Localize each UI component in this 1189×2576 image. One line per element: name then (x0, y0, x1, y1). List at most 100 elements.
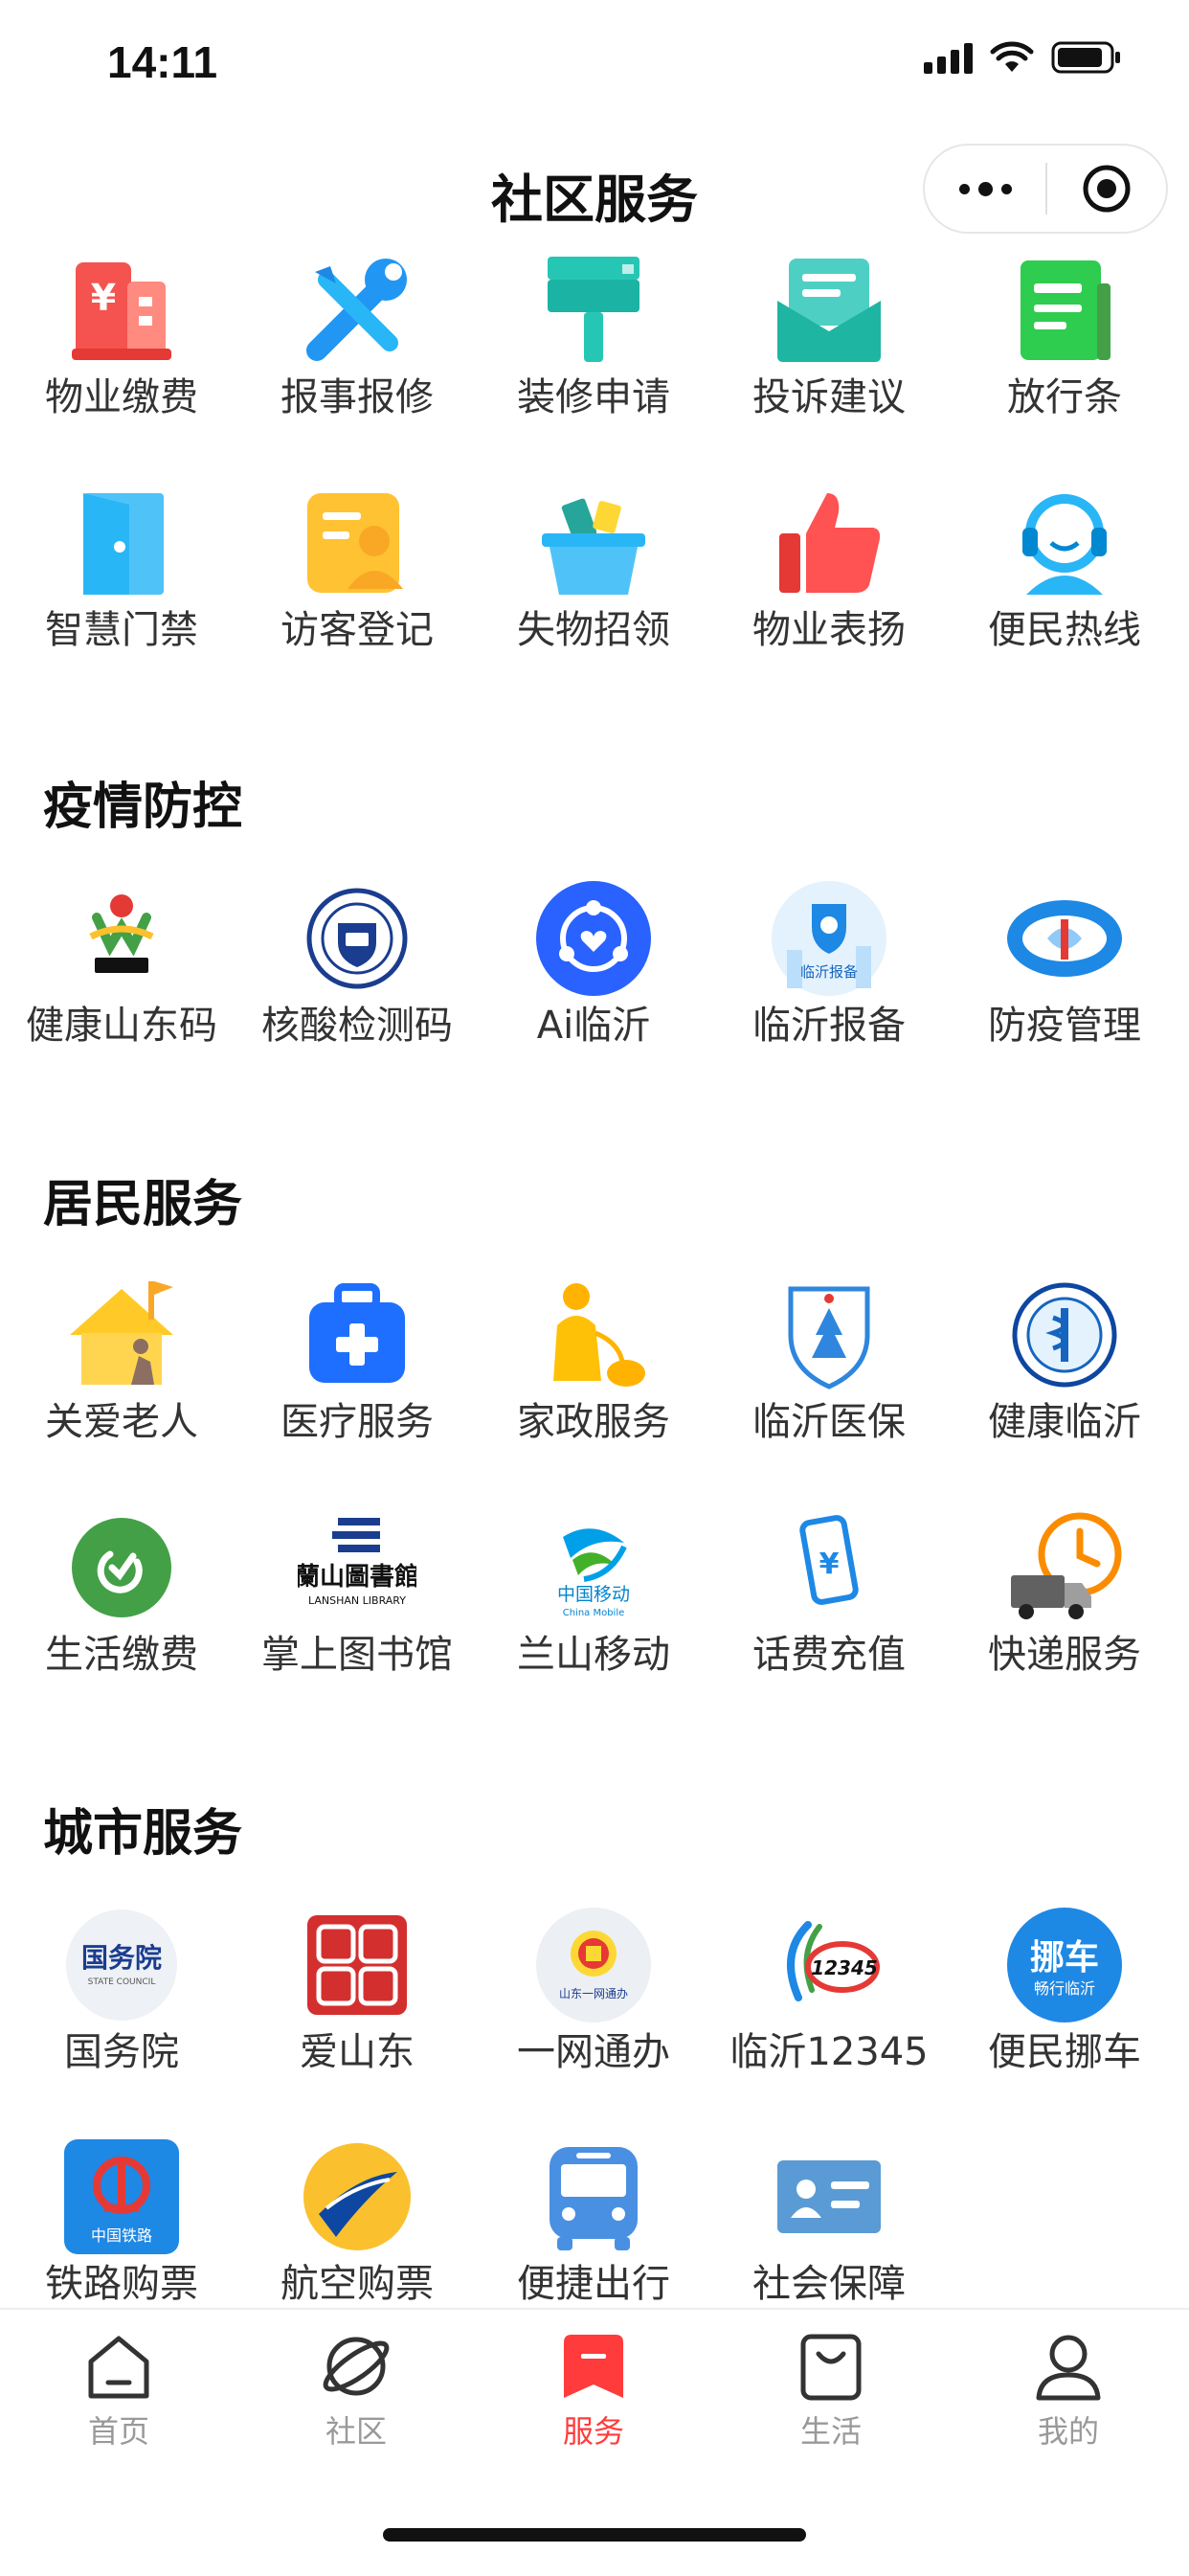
tab-label: 社区 (325, 2413, 387, 2450)
close-miniprogram-icon[interactable] (1047, 163, 1166, 215)
service-one-network[interactable]: 山东一网通办 一网通办 (475, 1906, 712, 2076)
cellular-signal-icon (924, 41, 973, 74)
service-property-fee[interactable]: ¥ 物业缴费 (3, 251, 240, 421)
service-medical[interactable]: 医疗服务 (238, 1276, 476, 1446)
service-nucleic-test[interactable]: 核酸检测码 (238, 879, 476, 1050)
service-label: 铁路购票 (45, 2262, 198, 2306)
move-car-logo-subtext: 畅行临沂 (1034, 1979, 1095, 1998)
library-logo-subtext: LANSHAN LIBRARY (308, 1594, 406, 1607)
service-express[interactable]: 快递服务 (946, 1508, 1183, 1679)
pass-note-icon (1005, 251, 1124, 370)
service-label: 社会保障 (752, 2262, 906, 2306)
service-library[interactable]: 蘭山圖書館 LANSHAN LIBRARY 掌上图书馆 (238, 1508, 476, 1679)
service-linyi-report[interactable]: 临沂报备 临沂报备 (710, 879, 948, 1050)
wifi-icon (990, 41, 1034, 72)
tab-community[interactable]: 社区 (237, 2329, 475, 2452)
move-car-logo-icon: 挪车 畅行临沂 (1005, 1906, 1124, 2024)
service-praise[interactable]: 物业表扬 (710, 484, 948, 654)
linyi-report-logo-icon: 临沂报备 (770, 879, 888, 998)
service-lost-found[interactable]: 失物招领 (475, 484, 712, 654)
property-fee-icon: ¥ (62, 251, 181, 370)
tab-label: 生活 (799, 2413, 862, 2450)
service-epidemic-management[interactable]: 防疫管理 (946, 879, 1183, 1050)
service-row: 生活缴费 蘭山圖書館 LANSHAN LIBRARY 掌上图书馆 中国移动 Chin… (0, 1508, 1189, 1719)
battery-icon (1051, 41, 1120, 74)
tab-label: 首页 (87, 2413, 149, 2450)
thumbs-up-icon (770, 484, 888, 602)
service-state-council[interactable]: 国务院 STATE COUNCIL 国务院 (3, 1906, 240, 2076)
life-payment-check-icon (62, 1508, 181, 1627)
service-ai-shandong[interactable]: 爱山东 (238, 1906, 476, 2076)
service-label: 国务院 (64, 2030, 179, 2074)
tab-service[interactable]: 服务 (475, 2329, 712, 2452)
service-label: 健康山东码 (26, 1004, 217, 1048)
service-label: 放行条 (1007, 375, 1122, 419)
lanshan-library-logo-icon: 蘭山圖書館 LANSHAN LIBRARY (298, 1508, 416, 1627)
service-medical-insurance[interactable]: 临沂医保 (710, 1276, 948, 1446)
delivery-truck-clock-icon (1005, 1508, 1124, 1627)
service-label: 智慧门禁 (45, 608, 198, 652)
service-12345[interactable]: 12345 临沂12345 (710, 1906, 948, 2076)
service-housekeeping[interactable]: 家政服务 (475, 1276, 712, 1446)
social-security-card-icon (770, 2137, 888, 2256)
phone-recharge-icon: ¥ (770, 1508, 888, 1627)
service-healthy-shandong[interactable]: 健康山东码 (3, 879, 240, 1050)
service-elderly-care[interactable]: 关爱老人 (3, 1276, 240, 1446)
service-ai-linyi[interactable]: Ai临沂 (475, 879, 712, 1050)
service-label: 话费充值 (752, 1633, 906, 1677)
mail-envelope-icon (770, 251, 888, 370)
service-railway[interactable]: 中国铁路 铁路购票 (3, 2137, 240, 2308)
service-label: 物业缴费 (45, 375, 198, 419)
service-row: 健康山东码 核酸检测码 Ai临沂 临沂报备 临沂报备 防疫管理 (0, 879, 1189, 1090)
service-row: 国务院 STATE COUNCIL 国务院 爱山东 山东一网通办 一网通办 123… (0, 1906, 1189, 2116)
service-move-car[interactable]: 挪车 畅行临沂 便民挪车 (946, 1906, 1183, 2076)
service-row: 智慧门禁 访客登记 失物招领 物业表扬 便民热线 (0, 484, 1189, 694)
service-health-linyi[interactable]: 健康临沂 (946, 1276, 1183, 1446)
health-linyi-emblem-icon (1005, 1276, 1124, 1394)
service-label: 生活缴费 (45, 1633, 198, 1677)
status-icons (924, 40, 1122, 75)
miniprogram-capsule (923, 144, 1168, 234)
section-title-resident: 居民服务 (43, 1176, 243, 1233)
service-visitor[interactable]: 访客登记 (238, 484, 476, 654)
service-label: 兰山移动 (517, 1633, 670, 1677)
state-council-logo-text: 国务院 (81, 1942, 162, 1974)
service-airline[interactable]: 航空购票 (238, 2137, 476, 2308)
service-label: 临沂12345 (729, 2030, 929, 2074)
service-pass-note[interactable]: 放行条 (946, 251, 1183, 421)
service-travel[interactable]: 便捷出行 (475, 2137, 712, 2308)
service-social-security[interactable]: 社会保障 (710, 2137, 948, 2308)
visitor-card-icon (298, 484, 416, 602)
hotline-12345-logo-icon: 12345 (770, 1906, 888, 2024)
svg-text:¥: ¥ (819, 1548, 840, 1581)
service-label: 临沂医保 (752, 1400, 906, 1444)
tab-label: 我的 (1037, 2413, 1099, 2450)
epidemic-management-logo-icon (1005, 879, 1124, 998)
status-bar: 14:11 (0, 0, 1189, 134)
service-label: 防疫管理 (988, 1004, 1141, 1048)
more-options-icon[interactable] (925, 181, 1045, 196)
service-renovation[interactable]: 装修申请 (475, 251, 712, 421)
state-council-logo-icon: 国务院 STATE COUNCIL (62, 1906, 181, 2024)
service-phone-recharge[interactable]: ¥ 话费充值 (710, 1508, 948, 1679)
planet-icon (323, 2337, 390, 2396)
service-label: 核酸检测码 (261, 1004, 453, 1048)
tab-home[interactable]: 首页 (0, 2329, 237, 2452)
library-logo-text: 蘭山圖書館 (298, 1562, 416, 1592)
service-complaint[interactable]: 投诉建议 (710, 251, 948, 421)
china-mobile-logo-subtext: China Mobile (563, 1608, 625, 1618)
service-hotline[interactable]: 便民热线 (946, 484, 1183, 654)
tab-mine[interactable]: 我的 (950, 2329, 1187, 2452)
headset-icon (1005, 484, 1124, 602)
tab-label: 服务 (562, 2413, 624, 2450)
service-label: 快递服务 (988, 1633, 1141, 1677)
home-icon (88, 2336, 149, 2399)
service-repair[interactable]: 报事报修 (238, 251, 476, 421)
service-life-payment[interactable]: 生活缴费 (3, 1508, 240, 1679)
linyi-report-logo-text: 临沂报备 (800, 963, 858, 981)
service-smart-door[interactable]: 智慧门禁 (3, 484, 240, 654)
service-label: 投诉建议 (752, 375, 906, 419)
medical-kit-icon (298, 1276, 416, 1394)
service-lanshan-mobile[interactable]: 中国移动 China Mobile 兰山移动 (475, 1508, 712, 1679)
tab-life[interactable]: 生活 (712, 2329, 950, 2452)
